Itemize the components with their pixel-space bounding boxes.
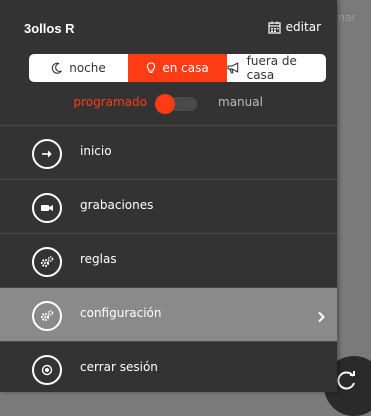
arrow-right-icon [32,139,62,169]
mode-away-label: fuera de casa [246,54,297,82]
toggle-knob [155,94,175,114]
mode-away-button[interactable]: fuera de casa [227,54,326,82]
drawer-header: 3ollos R editar [0,0,337,55]
menu-item-label: configuración [80,306,162,320]
menu-item-label: cerrar sesión [80,360,158,374]
calendar-icon [268,21,281,34]
mode-home-label: en casa [162,61,209,75]
menu-item-label: grabaciones [80,198,154,212]
logout-icon [32,355,62,385]
schedule-programmed-label: programado [73,95,147,109]
menu-item-label: inicio [80,144,112,158]
schedule-switch-row: programado manual [0,92,337,116]
edit-button[interactable]: editar [268,20,321,34]
gears-icon [32,301,62,331]
lightbulb-icon [147,62,156,74]
drawer-menu: inicio grabaciones reglas configuración … [0,125,337,392]
menu-item-label: reglas [80,252,117,266]
megaphone-icon [227,62,239,74]
menu-item-inicio[interactable]: inicio [0,125,337,179]
moon-icon [52,62,63,74]
schedule-manual-label: manual [218,95,263,109]
app-name: 3ollos R [24,21,75,36]
mode-night-button[interactable]: noche [29,54,128,82]
background-partial-text: nar [338,11,357,24]
edit-label: editar [285,20,321,34]
schedule-toggle[interactable] [155,94,199,114]
gears-icon [32,247,62,277]
menu-item-reglas[interactable]: reglas [0,233,337,287]
video-camera-icon [32,193,62,223]
menu-item-grabaciones[interactable]: grabaciones [0,179,337,233]
menu-item-configuracion[interactable]: configuración [0,287,337,341]
mode-night-label: noche [69,61,106,75]
refresh-icon [337,371,355,390]
home-mode-selector: noche en casa fuera de casa [29,54,326,82]
chevron-right-icon [317,308,325,327]
menu-item-cerrar-sesion[interactable]: cerrar sesión [0,341,337,392]
mode-home-button[interactable]: en casa [128,54,227,82]
navigation-drawer: 3ollos R editar noche en casa fuera de c… [0,0,337,392]
